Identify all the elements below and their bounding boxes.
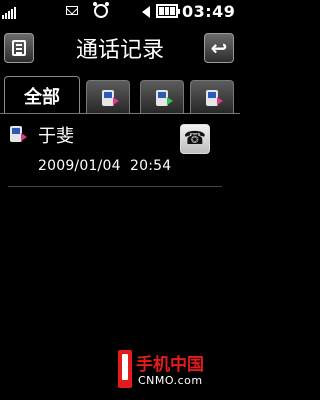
tab-all-label: 全部 <box>24 86 60 108</box>
status-clock: 03:49 <box>182 2 236 21</box>
tab-all[interactable]: 全部 <box>4 76 80 114</box>
call-log-tabs: 全部 <box>0 76 240 114</box>
signal-icon <box>2 5 16 19</box>
battery-icon <box>156 4 180 18</box>
received-call-icon <box>102 89 119 106</box>
list-item[interactable]: 于斐 2009/01/04 20:54 ☎ <box>0 114 240 187</box>
watermark-logo-icon <box>118 350 132 388</box>
watermark-site: CNMO.com <box>138 374 203 387</box>
call-log-list: 于斐 2009/01/04 20:54 ☎ <box>0 114 240 344</box>
missed-call-icon <box>206 89 223 106</box>
tab-received[interactable] <box>86 80 130 114</box>
page-title: 通话记录 <box>75 38 164 63</box>
incoming-call-icon <box>10 126 27 142</box>
alarm-icon <box>93 2 109 18</box>
title-bar: 通话记录 ↩ <box>0 24 240 74</box>
call-datetime: 2009/01/04 20:54 <box>38 158 172 174</box>
menu-button[interactable] <box>4 33 34 63</box>
message-icon <box>66 6 78 15</box>
status-bar: 03:49 <box>0 0 240 24</box>
back-button[interactable]: ↩ <box>204 33 234 63</box>
watermark-title: 手机中国 <box>136 355 204 375</box>
contact-name: 于斐 <box>38 126 74 147</box>
call-button[interactable]: ☎ <box>180 124 210 154</box>
tab-dialed[interactable] <box>140 80 184 114</box>
call-icon: ☎ <box>183 128 207 149</box>
menu-icon <box>12 40 26 56</box>
back-icon: ↩ <box>210 36 228 60</box>
dialed-call-icon <box>156 89 173 106</box>
row-divider <box>8 186 222 187</box>
speaker-icon <box>142 6 150 18</box>
tab-missed[interactable] <box>190 80 234 114</box>
watermark: 手机中国 CNMO.com <box>112 348 232 394</box>
